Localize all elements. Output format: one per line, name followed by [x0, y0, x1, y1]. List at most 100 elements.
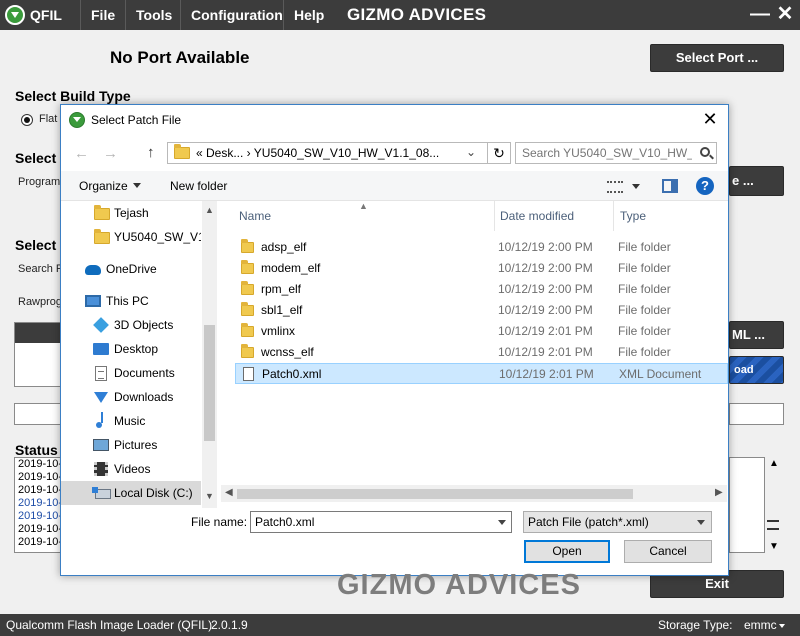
nav-item-music[interactable]: Music — [61, 409, 201, 433]
file-date: 10/12/19 2:00 PM — [498, 261, 593, 275]
menu-tools[interactable]: Tools — [125, 0, 182, 30]
status-app-name: Qualcomm Flash Image Loader (QFIL) — [6, 618, 213, 632]
column-header-type[interactable]: Type — [620, 201, 646, 231]
scroll-up-icon[interactable]: ▲ — [205, 205, 214, 215]
open-button[interactable]: Open — [524, 540, 610, 563]
column-header-date[interactable]: Date modified — [500, 201, 574, 231]
nav-item-downloads[interactable]: Downloads — [61, 385, 201, 409]
navigation-pane: Tejash YU5040_SW_V10 OneDrive This PC 3D… — [61, 201, 216, 508]
refresh-icon[interactable]: ↻ — [487, 142, 511, 164]
nav-item-label: Downloads — [114, 390, 174, 404]
scroll-up-icon[interactable]: ▲ — [769, 458, 779, 469]
nav-item-this-pc[interactable]: This PC — [61, 289, 201, 313]
chevron-down-icon[interactable] — [632, 184, 640, 189]
status-log: 2019-10- 2019-10- 2019-10- 2019-10- 2019… — [14, 457, 62, 553]
rawprogram-list — [14, 322, 62, 387]
port-status-title: No Port Available — [110, 48, 250, 67]
dialog-toolbar: Organize New folder ? — [61, 171, 728, 201]
file-type-value: Patch File (patch*.xml) — [528, 515, 649, 529]
menu-file[interactable]: File — [80, 0, 125, 30]
file-row-adsp-elf[interactable]: adsp_elf 10/12/19 2:00 PM File folder — [235, 237, 728, 258]
address-bar[interactable]: « Desk... › YU5040_SW_V10_HW_V1.1_08... … — [167, 142, 507, 164]
file-date: 10/12/19 2:00 PM — [498, 240, 593, 254]
help-icon[interactable]: ? — [696, 177, 714, 195]
nav-item-label: Desktop — [114, 342, 159, 356]
nav-item-videos[interactable]: Videos — [61, 457, 201, 481]
nav-item-label: Documents — [114, 366, 175, 380]
nav-item-desktop[interactable]: Desktop — [61, 337, 201, 361]
organize-button[interactable]: Organize — [79, 179, 141, 193]
file-row-sbl1-elf[interactable]: sbl1_elf 10/12/19 2:00 PM File folder — [235, 300, 728, 321]
column-divider[interactable] — [494, 201, 495, 231]
flat-radio[interactable] — [21, 114, 33, 126]
back-arrow-icon[interactable]: ← — [74, 145, 89, 162]
file-row-vmlinx[interactable]: vmlinx 10/12/19 2:01 PM File folder — [235, 321, 728, 342]
scroll-left-icon[interactable]: ◀ — [225, 487, 233, 498]
search-icon[interactable] — [700, 147, 710, 157]
breadcrumb[interactable]: « Desk... › YU5040_SW_V10_HW_V1.1_08... — [196, 146, 439, 160]
download-button[interactable]: oad — [729, 356, 784, 384]
file-name-input[interactable] — [255, 515, 485, 529]
column-divider[interactable] — [613, 201, 614, 231]
desktop-icon — [93, 343, 109, 355]
column-header-name[interactable]: Name — [239, 201, 271, 231]
chevron-down-icon[interactable]: ⌄ — [462, 145, 480, 163]
status-log-right — [729, 457, 765, 553]
chevron-down-icon[interactable] — [498, 520, 506, 525]
file-row-wcnss-elf[interactable]: wcnss_elf 10/12/19 2:01 PM File folder — [235, 342, 728, 363]
file-type-select[interactable]: Patch File (patch*.xml) — [523, 511, 712, 533]
scroll-right-icon[interactable]: ▶ — [715, 487, 723, 498]
select-port-button[interactable]: Select Port ... — [650, 44, 784, 72]
file-row-rpm-elf[interactable]: rpm_elf 10/12/19 2:00 PM File folder — [235, 279, 728, 300]
menu-help[interactable]: Help — [283, 0, 334, 30]
flat-label: Flat — [39, 113, 58, 125]
sort-ascending-icon: ▲ — [359, 201, 368, 211]
minimize-icon[interactable]: — — [748, 3, 772, 27]
file-date: 10/12/19 2:01 PM — [499, 367, 594, 381]
nav-item-pictures[interactable]: Pictures — [61, 433, 201, 457]
file-name: rpm_elf — [261, 282, 302, 296]
3d-objects-icon — [93, 317, 109, 333]
videos-icon — [94, 462, 108, 476]
onedrive-icon — [85, 265, 101, 275]
chevron-down-icon — [778, 624, 785, 628]
search-path-label: Search P — [18, 263, 64, 275]
menu-configuration[interactable]: Configuration — [180, 0, 293, 30]
preview-pane-icon[interactable] — [662, 179, 678, 193]
nav-item-label: Tejash — [114, 206, 149, 220]
folder-icon — [241, 323, 254, 337]
folder-icon — [94, 205, 110, 220]
file-row-patch0-xml[interactable]: Patch0.xml 10/12/19 2:01 PM XML Document — [235, 363, 728, 384]
forward-arrow-icon[interactable]: → — [103, 145, 118, 162]
nav-item-tejash[interactable]: Tejash — [61, 201, 201, 225]
new-folder-button[interactable]: New folder — [170, 179, 227, 193]
nav-item-onedrive[interactable]: OneDrive — [61, 257, 201, 281]
scroll-down-icon[interactable]: ▼ — [205, 491, 214, 501]
nav-scroll-thumb[interactable] — [204, 325, 215, 441]
nav-item-local-disk[interactable]: Local Disk (C:) — [61, 481, 201, 505]
close-window-icon[interactable]: ✕ — [773, 3, 797, 27]
log-line: 2019-10- — [18, 471, 62, 483]
file-date: 10/12/19 2:01 PM — [498, 345, 593, 359]
up-arrow-icon[interactable]: ↑ — [147, 144, 155, 161]
select-flat-build-heading: Select — [15, 237, 57, 253]
status-heading: Status — [15, 442, 58, 458]
browse-programmer-button[interactable]: e ... — [729, 166, 784, 196]
h-scroll-thumb[interactable] — [237, 489, 633, 499]
load-xml-button[interactable]: ML ... — [729, 321, 784, 349]
nav-pane-scrollbar[interactable]: ▲ ▼ — [202, 201, 217, 508]
file-type: File folder — [618, 282, 671, 296]
search-input[interactable] — [522, 146, 692, 160]
cancel-button[interactable]: Cancel — [624, 540, 712, 563]
nav-item-3d-objects[interactable]: 3D Objects — [61, 313, 201, 337]
storage-type-select[interactable]: emmc — [744, 614, 785, 636]
file-row-modem-elf[interactable]: modem_elf 10/12/19 2:00 PM File folder — [235, 258, 728, 279]
nav-item-documents[interactable]: Documents — [61, 361, 201, 385]
scroll-down-icon[interactable]: ▼ — [769, 541, 779, 552]
view-options-icon[interactable] — [607, 181, 623, 193]
log-menu-icon[interactable] — [767, 520, 779, 530]
dialog-close-icon[interactable]: ✕ — [700, 109, 720, 130]
downloads-icon — [94, 392, 108, 403]
file-list-h-scrollbar[interactable]: ◀ ▶ — [221, 485, 727, 502]
nav-item-yu5040[interactable]: YU5040_SW_V10 — [61, 225, 201, 249]
